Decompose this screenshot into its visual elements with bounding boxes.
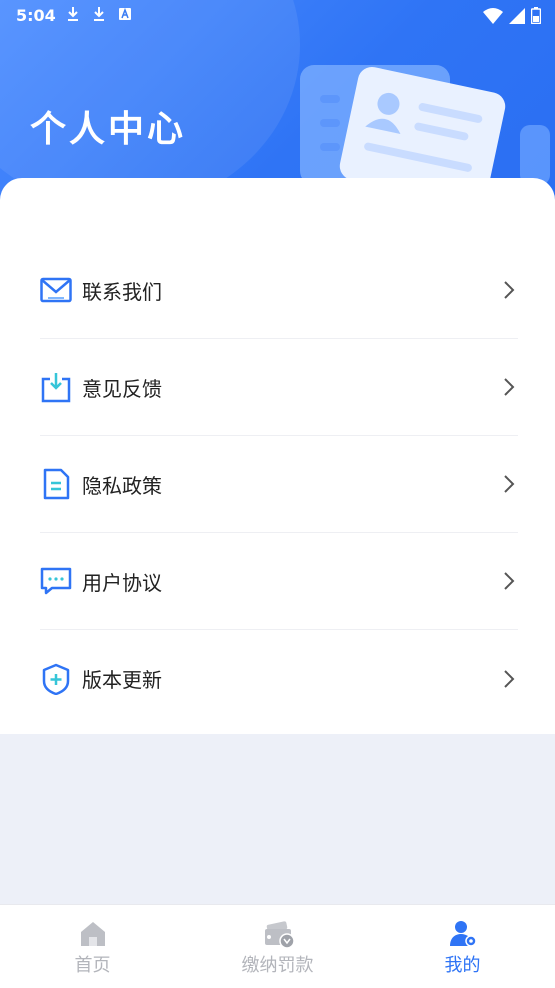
feedback-icon [40,371,72,403]
text-app-icon [118,6,132,22]
menu-item-label: 用户协议 [82,570,162,595]
wifi-icon [483,7,503,28]
page-title: 个人中心 [30,109,187,150]
profile-card-illustration [290,55,550,206]
tab-home[interactable]: 首页 [0,905,185,988]
signal-icon [509,7,525,28]
battery-icon [530,7,542,28]
status-bar: 5:04 [0,0,555,30]
ticket-icon [263,919,295,949]
bottom-tab-bar: 首页 缴纳罚款 我的 [0,904,555,988]
tab-label: 首页 [74,955,111,976]
menu-item-privacy-policy[interactable]: 隐私政策 [40,436,518,533]
menu-item-feedback[interactable]: 意见反馈 [40,339,518,436]
chevron-right-icon [502,474,516,494]
user-settings-icon [448,919,478,949]
download-icon [66,6,80,22]
shield-plus-icon [40,663,72,695]
tab-label: 缴纳罚款 [241,955,314,976]
download-icon [92,6,106,22]
menu-item-user-agreement[interactable]: 用户协议 [40,533,518,630]
menu-item-label: 意见反馈 [82,376,162,401]
menu-item-label: 版本更新 [82,668,162,692]
chevron-right-icon [502,669,516,689]
chevron-right-icon [502,571,516,591]
tab-pay-fines[interactable]: 缴纳罚款 [185,905,370,988]
menu-item-label: 联系我们 [82,279,162,304]
home-icon [78,919,108,949]
chevron-right-icon [502,377,516,397]
chevron-right-icon [502,280,516,300]
status-time: 5:04 [16,6,56,25]
document-icon [40,468,72,500]
menu-item-contact-us[interactable]: 联系我们 [40,242,518,339]
menu-item-version-update[interactable]: 版本更新 [40,630,518,727]
menu-item-label: 隐私政策 [82,473,162,498]
tab-mine[interactable]: 我的 [370,905,555,988]
mail-icon [40,274,72,306]
tab-label: 我的 [444,955,481,976]
settings-menu: 联系我们 意见反馈 隐私政策 用户协议 版本更新 [40,242,518,727]
chat-icon [40,565,72,597]
